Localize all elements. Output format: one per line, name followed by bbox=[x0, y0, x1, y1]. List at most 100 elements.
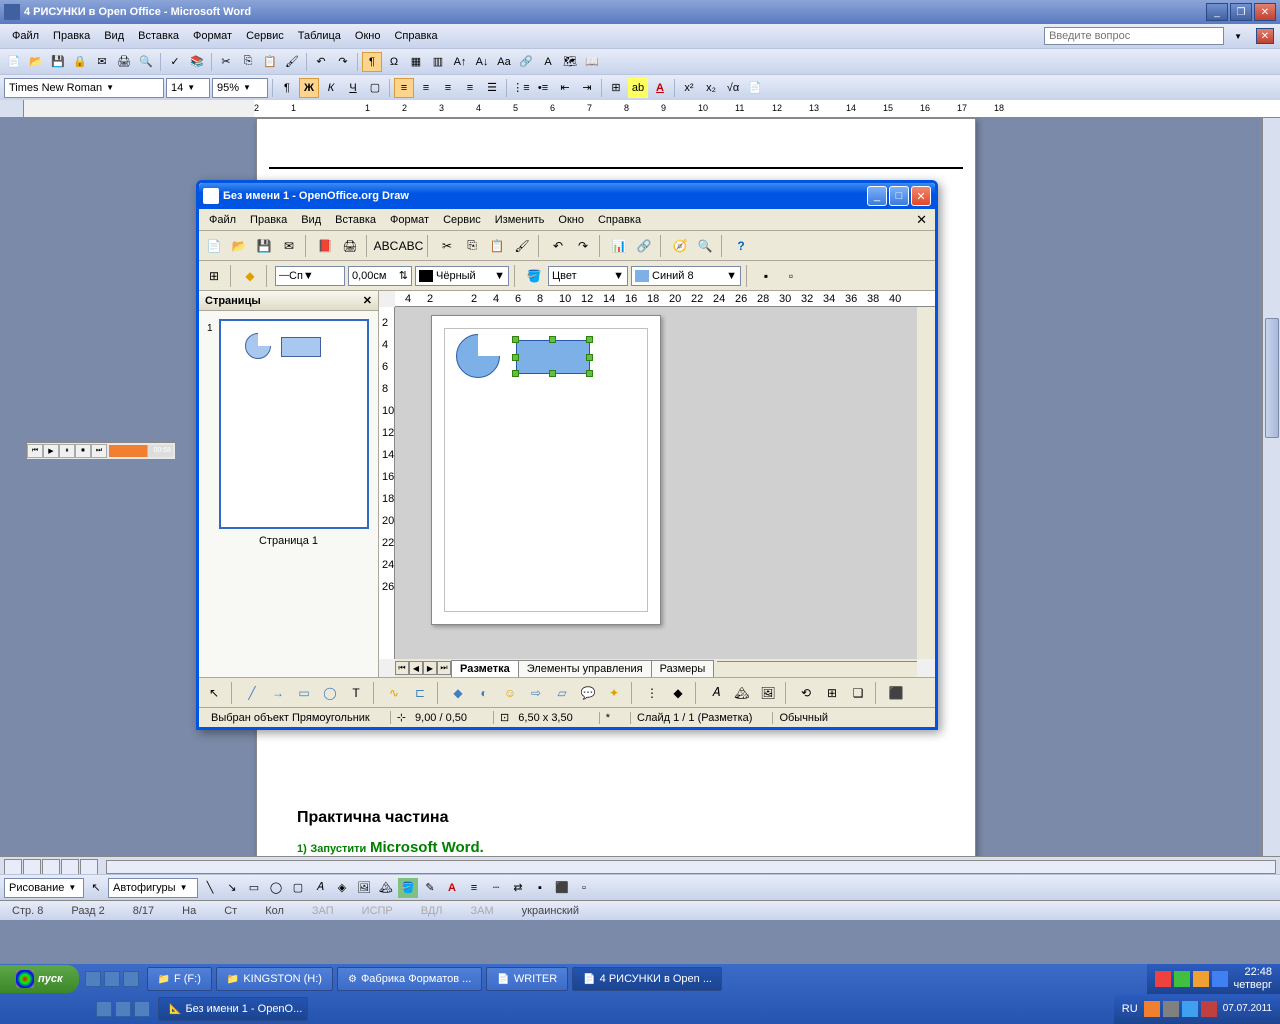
tray-icon-1[interactable] bbox=[1155, 971, 1171, 987]
help-search-input[interactable] bbox=[1044, 27, 1224, 45]
open-icon[interactable]: 📂 bbox=[26, 52, 46, 72]
oo-canvas[interactable] bbox=[395, 307, 917, 659]
oo-help-icon[interactable]: ? bbox=[730, 235, 752, 257]
select-icon[interactable]: ↖ bbox=[86, 878, 106, 898]
tab-layout[interactable]: Разметка bbox=[451, 660, 519, 677]
oo-smileys-icon[interactable]: ☺ bbox=[499, 682, 521, 704]
oo-grid-icon[interactable]: ⊞ bbox=[203, 265, 225, 287]
bold-icon[interactable]: Ж bbox=[299, 78, 319, 98]
oo-pdf-icon[interactable]: 📕 bbox=[314, 235, 336, 257]
tray-date[interactable]: 07.07.2011 bbox=[1223, 1003, 1272, 1015]
oo-navigator-icon[interactable]: 🧭 bbox=[669, 235, 691, 257]
oo-curve-icon[interactable]: ∿ bbox=[383, 682, 405, 704]
numbering-icon[interactable]: ⋮≡ bbox=[511, 78, 531, 98]
web-view-icon[interactable] bbox=[23, 859, 41, 875]
word-close-button[interactable]: ✕ bbox=[1254, 3, 1276, 21]
oo-menu-edit[interactable]: Правка bbox=[244, 212, 293, 228]
media-next-icon[interactable]: ⏭ bbox=[91, 444, 107, 458]
oo-stars-icon[interactable]: ✦ bbox=[603, 682, 625, 704]
oo-drawing-page[interactable] bbox=[431, 315, 661, 625]
oo-linecolor-combo[interactable]: Чёрный▼ bbox=[415, 266, 509, 286]
ql-app-icon[interactable] bbox=[123, 971, 139, 987]
oo-callouts-icon[interactable]: 💬 bbox=[577, 682, 599, 704]
menu-tools[interactable]: Сервис bbox=[240, 27, 290, 45]
oo-menu-tools[interactable]: Сервис bbox=[437, 212, 487, 228]
tab-dimensions[interactable]: Размеры bbox=[651, 660, 715, 677]
oo-undo-icon[interactable]: ↶ bbox=[547, 235, 569, 257]
menu-insert[interactable]: Вставка bbox=[132, 27, 185, 45]
task-word[interactable]: 📄 4 РИСУНКИ в Open ... bbox=[572, 967, 722, 991]
underline-icon[interactable]: Ч bbox=[343, 78, 363, 98]
omega-icon[interactable]: Ω bbox=[384, 52, 404, 72]
oo-panel-close-icon[interactable]: ✕ bbox=[363, 294, 372, 307]
handle-n[interactable] bbox=[549, 336, 556, 343]
oo-print-icon[interactable]: 🖨 bbox=[339, 235, 361, 257]
redo-icon[interactable]: ↷ bbox=[333, 52, 353, 72]
oo-close-button[interactable]: ✕ bbox=[911, 186, 931, 206]
bullets-icon[interactable]: •≡ bbox=[533, 78, 553, 98]
oo-zoom-icon[interactable]: 🔍 bbox=[694, 235, 716, 257]
outdent-icon[interactable]: ⇤ bbox=[555, 78, 575, 98]
oo-new-icon[interactable]: 📄 bbox=[203, 235, 225, 257]
brush-icon[interactable]: 🖌 bbox=[282, 52, 302, 72]
oo-vscrollbar[interactable] bbox=[917, 307, 935, 659]
menu-file[interactable]: Файл bbox=[6, 27, 45, 45]
oo-linestyle-combo[interactable]: — Сп▼ bbox=[275, 266, 345, 286]
oo-menu-window[interactable]: Окно bbox=[552, 212, 590, 228]
3d-icon[interactable]: ⬛ bbox=[552, 878, 572, 898]
ql-icon-5[interactable] bbox=[115, 1001, 131, 1017]
start-button[interactable]: пуск bbox=[0, 965, 79, 993]
oo-filltype-combo[interactable]: Цвет▼ bbox=[548, 266, 628, 286]
handle-s[interactable] bbox=[549, 370, 556, 377]
oo-redo-icon[interactable]: ↷ bbox=[572, 235, 594, 257]
columns-icon[interactable]: ▥ bbox=[428, 52, 448, 72]
oo-ellipse-icon[interactable]: ◯ bbox=[319, 682, 341, 704]
zoom-combo[interactable]: 95%▼ bbox=[212, 78, 268, 98]
oo-text-icon[interactable]: T bbox=[345, 682, 367, 704]
read-icon[interactable]: 📖 bbox=[582, 52, 602, 72]
tray-icon-3[interactable] bbox=[1193, 971, 1209, 987]
oo-shadow-icon[interactable]: ▪ bbox=[755, 265, 777, 287]
task-fabrika[interactable]: ⚙ Фабрика Форматов ... bbox=[337, 967, 482, 991]
handle-w[interactable] bbox=[512, 354, 519, 361]
diagram-icon[interactable]: ◈ bbox=[332, 878, 352, 898]
oo-save-icon[interactable]: 💾 bbox=[253, 235, 275, 257]
linecolor-icon[interactable]: ✎ bbox=[420, 878, 440, 898]
extra-icon[interactable]: ▫ bbox=[574, 878, 594, 898]
small-a-icon[interactable]: A bbox=[538, 52, 558, 72]
drawing-menu[interactable]: Рисование▼ bbox=[4, 878, 84, 898]
oo-titlebar[interactable]: Без имени 1 - OpenOffice.org Draw _ □ ✕ bbox=[199, 183, 935, 209]
oo-glue-icon[interactable]: ◆ bbox=[239, 265, 261, 287]
tab-controls[interactable]: Элементы управления bbox=[518, 660, 652, 677]
oo-fillcolor-combo[interactable]: Синий 8▼ bbox=[631, 266, 741, 286]
line-icon[interactable]: ╲ bbox=[200, 878, 220, 898]
ql-desktop-icon[interactable] bbox=[85, 971, 101, 987]
pilcrow-icon[interactable]: ¶ bbox=[362, 52, 382, 72]
font-combo[interactable]: Times New Roman▼ bbox=[4, 78, 164, 98]
dashstyle-icon[interactable]: ┄ bbox=[486, 878, 506, 898]
oo-autospell-icon[interactable]: ABC bbox=[400, 235, 422, 257]
copy-icon[interactable]: ⎘ bbox=[238, 52, 258, 72]
equation-icon[interactable]: √α bbox=[723, 78, 743, 98]
tab-prev-icon[interactable]: ◀ bbox=[409, 661, 423, 675]
oo-minimize-button[interactable]: _ bbox=[867, 186, 887, 206]
align-center-icon[interactable]: ≡ bbox=[416, 78, 436, 98]
word-ruler[interactable]: 21123456789101112131415161718 bbox=[0, 100, 1280, 118]
task-oodraw[interactable]: 📐 Без имени 1 - OpenO... bbox=[158, 997, 308, 1021]
tray-volume-icon[interactable] bbox=[1212, 971, 1228, 987]
oo-page-thumb[interactable]: 1 bbox=[219, 319, 369, 529]
doc-close-button[interactable]: ✕ bbox=[1256, 28, 1274, 44]
subscript-icon[interactable]: x₂ bbox=[701, 78, 721, 98]
task-f-drive[interactable]: 📁 F (F:) bbox=[147, 967, 212, 991]
outline-view-icon[interactable] bbox=[61, 859, 79, 875]
oo-vruler[interactable]: 2468101214161820222426 bbox=[379, 307, 395, 659]
handle-nw[interactable] bbox=[512, 336, 519, 343]
print-icon[interactable]: 🖨 bbox=[114, 52, 134, 72]
ql-icon-6[interactable] bbox=[134, 1001, 150, 1017]
map-icon[interactable]: 🗺 bbox=[560, 52, 580, 72]
task-kingston[interactable]: 📁 KINGSTON (H:) bbox=[216, 967, 333, 991]
oo-gallery-icon[interactable]: 🖼 bbox=[757, 682, 779, 704]
indent-icon[interactable]: ⇥ bbox=[577, 78, 597, 98]
normal-view-icon[interactable] bbox=[4, 859, 22, 875]
oo-align-icon[interactable]: ⊞ bbox=[821, 682, 843, 704]
